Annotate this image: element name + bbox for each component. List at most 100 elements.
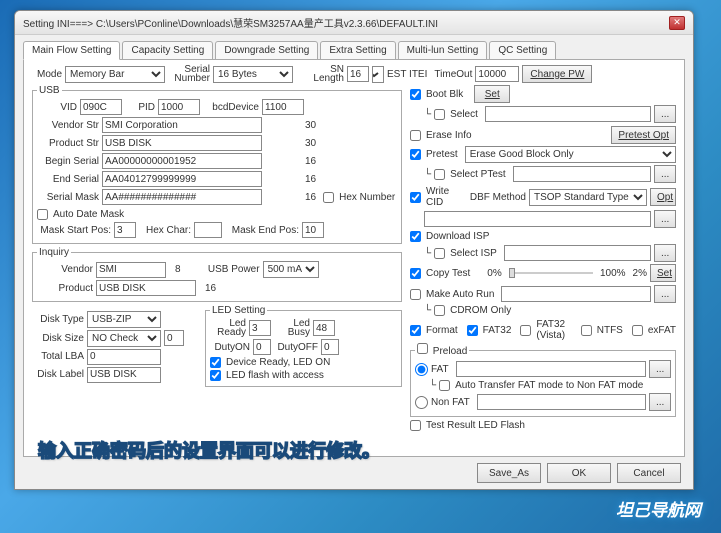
fat32-check[interactable] [467,325,478,336]
begin-serial-label: Begin Serial [37,156,99,167]
mode-select[interactable]: Memory Bar [65,66,165,83]
led-ready-on-label: Device Ready, LED ON [226,357,330,368]
isp-browse-button[interactable]: ... [654,244,676,262]
boot-set-button[interactable]: Set [474,85,510,103]
total-lba-input [87,349,161,365]
dutyon-input[interactable] [253,339,271,355]
mask-start-input [114,222,136,238]
copy-test-check[interactable] [410,268,421,279]
select-ptest-check[interactable] [434,169,445,180]
led-busy-input[interactable] [313,320,335,336]
annotation-text: 输入正确密码后的设置界面可以进行修改。 [38,437,380,463]
tab-downgrade[interactable]: Downgrade Setting [215,41,318,60]
select-ptest-input[interactable] [513,166,651,182]
exfat-check[interactable] [632,325,643,336]
inq-product-input[interactable] [96,280,196,296]
download-isp-check[interactable] [410,231,421,242]
preload-group: Preload FAT... └Auto Transfer FAT mode t… [410,343,676,417]
end-serial-input[interactable] [102,171,262,187]
vendor-str-input[interactable] [102,117,262,133]
autorun-label: Make Auto Run [426,289,494,300]
hex-number-check[interactable] [323,192,334,203]
nonfat-radio [415,396,428,409]
download-isp-label: Download ISP [426,231,489,242]
sn-dropdown[interactable] [372,66,384,83]
fat32v-check[interactable] [520,325,531,336]
inquiry-group: Inquiry Vendor8USB Power500 mA Product16 [32,247,402,302]
pretest-check[interactable] [410,149,421,160]
pretest-opt-button[interactable]: Pretest Opt [611,126,676,144]
copy-set-button[interactable]: Set [650,264,676,282]
tab-multi-lun[interactable]: Multi-lun Setting [398,41,488,60]
boot-browse-button[interactable]: ... [654,105,676,123]
led-flash-check[interactable] [210,370,221,381]
inq-vendor-input[interactable] [96,262,166,278]
tab-bar: Main Flow Setting Capacity Setting Downg… [15,35,693,60]
end-len: 16 [305,174,316,185]
boot-blk-check[interactable] [410,89,421,100]
select-isp-input[interactable] [504,245,651,261]
vid-label: VID [37,102,77,113]
boot-select-check[interactable] [434,109,445,120]
auto-date-check[interactable] [37,209,48,220]
disk-label-input[interactable] [87,367,161,383]
inq-product-label: Product [37,283,93,294]
watermark-text: 坦己导航网 [616,496,701,521]
begin-serial-input[interactable] [102,153,262,169]
dbf-opt-button[interactable]: Opt [650,188,676,206]
vendor-str-len: 30 [305,120,316,131]
close-icon[interactable]: ✕ [669,16,685,30]
cancel-button[interactable]: Cancel [617,463,681,483]
timeout-input[interactable] [475,66,519,82]
product-str-input[interactable] [102,135,262,151]
dutyoff-input[interactable] [321,339,339,355]
select-isp-check[interactable] [434,248,445,259]
write-cid-check[interactable] [410,192,421,203]
change-pw-button[interactable]: Change PW [522,65,592,83]
bcd-input[interactable] [262,99,304,115]
main-panel: Mode Memory Bar Serial Number 16 Bytes S… [23,59,685,457]
led-flash-label: LED flash with access [226,370,324,381]
autorun-input[interactable] [501,286,651,302]
erase-info-check[interactable] [410,130,421,141]
ok-button[interactable]: OK [547,463,611,483]
autorun-browse-button[interactable]: ... [654,285,676,303]
tab-main-flow[interactable]: Main Flow Setting [23,41,120,60]
cdrom-check[interactable] [434,305,445,316]
serial-mask-input[interactable] [102,189,262,205]
cid-path-input[interactable] [424,211,651,227]
format-check[interactable] [410,325,421,336]
tab-capacity[interactable]: Capacity Setting [122,41,213,60]
autorun-check[interactable] [410,289,421,300]
bcd-label: bcdDevice [203,102,259,113]
ntfs-label: NTFS [597,325,623,336]
disk-type-select[interactable]: USB-ZIP [87,311,161,328]
end-serial-label: End Serial [37,174,99,185]
pid-input[interactable] [158,99,200,115]
pretest-select[interactable]: Erase Good Block Only [465,146,676,163]
usb-power-select[interactable]: 500 mA [263,261,319,278]
auto-transfer-label: Auto Transfer FAT mode to Non FAT mode [455,380,643,391]
ntfs-check[interactable] [581,325,592,336]
led-ready-on-check[interactable] [210,357,221,368]
disk-size-select[interactable]: NO Check [87,330,161,347]
dbf-select[interactable]: TSOP Standard Type [529,189,647,206]
disk-size-val[interactable] [164,330,184,346]
inq-vendor-len: 8 [175,264,181,275]
tab-extra[interactable]: Extra Setting [320,41,395,60]
hex-char-label: Hex Char: [139,225,191,236]
vid-input[interactable] [80,99,122,115]
led-ready-input[interactable] [249,320,271,336]
cid-browse-button[interactable]: ... [654,210,676,228]
ptest-browse-button[interactable]: ... [654,165,676,183]
mask-len: 16 [305,192,316,203]
save-as-button[interactable]: Save_As [477,463,541,483]
title-bar[interactable]: Setting INI===> C:\Users\PConline\Downlo… [15,11,693,35]
sn-length-input[interactable] [347,66,369,82]
preload-check[interactable] [417,343,428,354]
tab-qc[interactable]: QC Setting [489,41,556,60]
serial-num-select[interactable]: 16 Bytes [213,66,293,83]
boot-select-input[interactable] [485,106,651,122]
mask-end-input [302,222,324,238]
copy-slider[interactable] [509,272,593,274]
